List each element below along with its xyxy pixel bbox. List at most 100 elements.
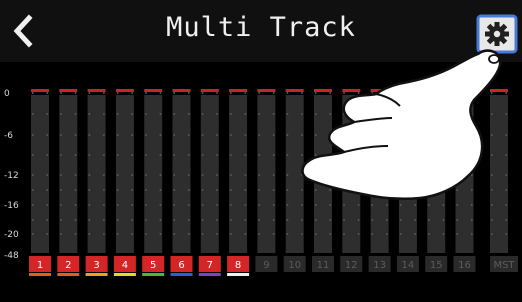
meter-bar	[87, 95, 106, 253]
page-title: Multi Track	[166, 12, 356, 43]
meter-bar	[31, 95, 49, 253]
meter-tick	[173, 113, 175, 115]
meter-tick	[116, 154, 119, 156]
meter-tick	[491, 154, 493, 156]
meter-tick	[471, 113, 473, 115]
peak-indicator	[59, 89, 78, 92]
meter-tick	[116, 189, 119, 191]
meter-tick	[371, 113, 374, 115]
meter-tick	[471, 174, 473, 176]
meter-bar	[229, 95, 248, 253]
meter-tick	[286, 134, 289, 136]
peak-indicator	[398, 89, 417, 92]
meter-tick	[46, 233, 48, 235]
meter-tick	[103, 92, 105, 94]
meter-tick	[258, 174, 260, 176]
settings-button[interactable]	[476, 14, 518, 54]
meter-bar	[490, 95, 508, 253]
meter-tick	[103, 189, 105, 191]
meter-tick	[258, 154, 260, 156]
meter-tick	[60, 154, 62, 156]
meter-tick	[74, 219, 77, 221]
meter-tick	[301, 92, 303, 94]
meter-tick	[116, 233, 119, 235]
meter-tick	[399, 92, 402, 94]
meter-tick	[116, 113, 119, 115]
meter-bar	[257, 95, 276, 253]
meter-tick	[131, 219, 133, 221]
meter-tick	[272, 189, 275, 191]
meter-tick	[399, 154, 402, 156]
meter-tick	[188, 204, 190, 206]
track-color-strip	[113, 273, 136, 276]
meter-tick	[414, 233, 416, 235]
meter-tick	[386, 92, 388, 94]
meter-tick	[301, 174, 303, 176]
meter-tick	[230, 233, 232, 235]
meter-tick	[505, 204, 507, 206]
meter-tick	[491, 174, 493, 176]
meter-tick	[505, 189, 507, 191]
meter-tick	[159, 174, 162, 176]
meter-tick	[103, 219, 105, 221]
meter-tick	[456, 174, 458, 176]
back-button[interactable]	[10, 14, 38, 48]
meter-tick	[505, 134, 507, 136]
header-bar: Multi Track	[0, 0, 522, 62]
meter-tick	[60, 113, 62, 115]
meter-tick	[116, 219, 119, 221]
meter-tick	[88, 219, 91, 221]
track-color-strip	[227, 273, 250, 276]
meter-tick	[343, 174, 345, 176]
meter-tick	[505, 92, 507, 94]
meter-tick	[329, 113, 331, 115]
track-label: 1	[37, 260, 43, 271]
meter-tick	[258, 92, 260, 94]
meter-tick	[173, 154, 175, 156]
meter-tick	[159, 204, 162, 206]
meter-tick	[315, 92, 317, 94]
meter-tick	[315, 113, 317, 115]
meter-tick	[103, 204, 105, 206]
meter-tick	[46, 92, 48, 94]
meter-tick	[230, 154, 232, 156]
peak-indicator	[490, 89, 508, 92]
meter-tick	[74, 113, 77, 115]
meter-tick	[46, 154, 48, 156]
meter-tick	[428, 189, 430, 191]
meter-tick	[357, 189, 360, 191]
meter-tick	[116, 204, 119, 206]
meter-tick	[131, 204, 133, 206]
meter-tick	[145, 92, 147, 94]
track-label: 4	[122, 260, 128, 271]
meter-tick	[491, 233, 493, 235]
track-color-strip	[142, 273, 165, 276]
meter-tick	[32, 134, 34, 136]
meter-tick	[145, 189, 147, 191]
peak-indicator	[455, 89, 474, 92]
track-label: 8	[235, 260, 241, 271]
peak-indicator	[172, 89, 191, 92]
meter-tick	[329, 154, 331, 156]
meter-tick	[414, 204, 416, 206]
meter-tick	[272, 174, 275, 176]
meter-tick	[343, 233, 345, 235]
track-label: 14	[402, 260, 415, 271]
meter-tick	[244, 204, 247, 206]
meter-tick	[32, 233, 34, 235]
meter-tick	[88, 154, 91, 156]
meter-tick	[456, 134, 458, 136]
meter-tick	[386, 204, 388, 206]
meter-tick	[286, 219, 289, 221]
meter-tick	[471, 219, 473, 221]
meter-bar	[172, 95, 191, 253]
peak-indicator	[229, 89, 248, 92]
meter-tick	[258, 189, 260, 191]
meter-tick	[32, 154, 34, 156]
meter-tick	[343, 189, 345, 191]
meter-tick	[131, 154, 133, 156]
track-label: 11	[317, 260, 330, 271]
meter-tick	[188, 189, 190, 191]
meter-tick	[357, 154, 360, 156]
meter-tick	[173, 174, 175, 176]
